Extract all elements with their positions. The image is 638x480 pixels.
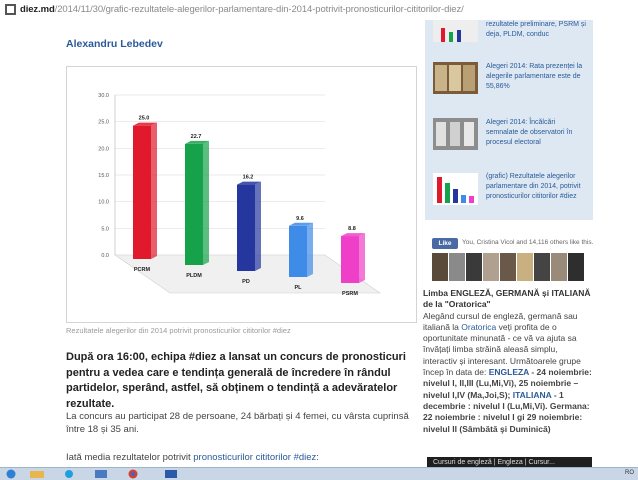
- url-domain: diez.md: [20, 4, 55, 15]
- y-tick-label: 5.0: [101, 226, 109, 232]
- chrome-icon[interactable]: [124, 469, 142, 479]
- data-label: 9.6: [296, 216, 304, 222]
- like-label: Like: [438, 240, 452, 247]
- ad-org-link[interactable]: Oratorica: [461, 322, 496, 332]
- url-path: /2014/11/30/grafic-rezultatele-alegerilo…: [54, 4, 464, 15]
- article-lead: După ora 16:00, echipa #diez a lansat un…: [66, 351, 406, 410]
- thumb-image-1[interactable]: [433, 62, 478, 94]
- y-tick-label: 0.0: [101, 253, 109, 259]
- page-content: Alexandru Lebedev 0.0 5.0 10.0 15.0 20.0 25.0…: [0, 20, 638, 467]
- video-title: Cursuri de engleză | Engleza | Cursur...: [433, 459, 555, 466]
- sidebar: rezultatele preliminare, PSRM și deja, P…: [423, 20, 594, 467]
- y-tick-label: 15.0: [98, 173, 109, 179]
- related-articles-box: rezultatele preliminare, PSRM și deja, P…: [425, 20, 593, 220]
- video-embed[interactable]: Cursuri de engleză | Engleza | Cursur...: [427, 457, 592, 467]
- x-tick-label: PSRM: [342, 291, 358, 297]
- x-tick-label: PLDM: [186, 273, 202, 279]
- bar-side: [307, 222, 313, 277]
- language-indicator[interactable]: RO: [625, 470, 634, 476]
- word-icon[interactable]: [162, 469, 180, 479]
- x-tick-label: PD: [242, 279, 250, 285]
- thumb-image-3[interactable]: [433, 173, 478, 205]
- y-tick-label: 30.0: [98, 93, 109, 99]
- ad-body: Alegând cursul de engleză, germană sau i…: [423, 311, 593, 435]
- os-taskbar: RO: [0, 467, 638, 480]
- y-tick-label: 25.0: [98, 120, 109, 126]
- ad-title[interactable]: Limba ENGLEZĂ, GERMANĂ și ITALIANĂ de la…: [423, 288, 593, 311]
- article-paragraph: La concurs au participat 28 de persoane,…: [66, 411, 409, 435]
- start-icon[interactable]: [2, 469, 20, 479]
- facebook-like-count: You, Cristina Vicol and 14,116 others li…: [462, 239, 594, 246]
- bar-chart: 0.0 5.0 10.0 15.0 20.0 25.0 30.0 25.0 PCRM 22.7 PL…: [98, 93, 381, 297]
- y-tick-label: 10.0: [98, 200, 109, 206]
- related-item-3[interactable]: (grafic) Rezultatele alegerilor parlamen…: [486, 172, 586, 202]
- chart-caption: Rezultatele alegerilor din 2014 potrivit…: [66, 326, 291, 335]
- ad-group-italian[interactable]: ITALIANA: [513, 390, 552, 400]
- avatar[interactable]: [500, 253, 516, 281]
- avatar[interactable]: [449, 253, 465, 281]
- bar: [341, 236, 359, 283]
- avatar[interactable]: [551, 253, 567, 281]
- avatar[interactable]: [534, 253, 550, 281]
- x-tick-label: PCRM: [134, 267, 151, 273]
- avatar[interactable]: [568, 253, 584, 281]
- bar: [289, 225, 307, 277]
- bar-side: [359, 233, 365, 283]
- url-text[interactable]: diez.md/2014/11/30/grafic-rezultatele-al…: [20, 4, 464, 15]
- oratorica-ad: Limba ENGLEZĂ, GERMANĂ și ITALIANĂ de la…: [423, 288, 593, 435]
- thumb-image-0[interactable]: [433, 20, 478, 42]
- thumb-image-2[interactable]: [433, 118, 478, 150]
- author-name[interactable]: Alexandru Lebedev: [66, 38, 163, 50]
- site-favicon-icon: [5, 4, 16, 15]
- related-item-1[interactable]: Alegeri 2014: Rata prezenței la alegeril…: [486, 62, 586, 92]
- avatar[interactable]: [432, 253, 448, 281]
- folder-icon[interactable]: [28, 469, 46, 479]
- article-media-line: Iată media rezultatelor potrivit pronost…: [66, 452, 319, 463]
- skype-icon[interactable]: [60, 469, 78, 479]
- avatar[interactable]: [466, 253, 482, 281]
- data-label: 22.7: [191, 134, 202, 140]
- facebook-like-button[interactable]: Like: [432, 238, 458, 249]
- data-label: 16.2: [243, 175, 254, 181]
- address-bar[interactable]: diez.md/2014/11/30/grafic-rezultatele-al…: [0, 0, 638, 21]
- x-tick-label: PL: [294, 285, 302, 291]
- bar-side: [255, 181, 261, 271]
- avatar[interactable]: [483, 253, 499, 281]
- chart-container: 0.0 5.0 10.0 15.0 20.0 25.0 30.0 25.0 PCRM 22.7 PL…: [66, 66, 417, 323]
- article-column: Alexandru Lebedev 0.0 5.0 10.0 15.0 20.0 25.0…: [53, 20, 425, 467]
- media-suffix: :: [316, 452, 319, 463]
- bar: [133, 125, 151, 259]
- media-prefix: Iată media rezultatelor potrivit: [66, 452, 194, 463]
- avatar[interactable]: [517, 253, 533, 281]
- related-item-2[interactable]: Alegeri 2014: Încălcări semnalate de obs…: [486, 118, 586, 148]
- app-icon[interactable]: [92, 469, 110, 479]
- related-item-top-note[interactable]: rezultatele preliminare, PSRM și deja, P…: [486, 20, 586, 40]
- bar: [237, 184, 255, 271]
- bar-side: [151, 122, 157, 259]
- ad-group-english[interactable]: ENGLEZA: [489, 367, 529, 377]
- y-tick-label: 20.0: [98, 146, 109, 152]
- bar-side: [203, 140, 209, 265]
- media-link[interactable]: pronosticurilor cititorilor #diez: [193, 452, 316, 463]
- data-label: 25.0: [139, 116, 150, 122]
- facebook-faces: [432, 253, 592, 281]
- data-label: 8.8: [348, 226, 356, 232]
- bar: [185, 143, 203, 265]
